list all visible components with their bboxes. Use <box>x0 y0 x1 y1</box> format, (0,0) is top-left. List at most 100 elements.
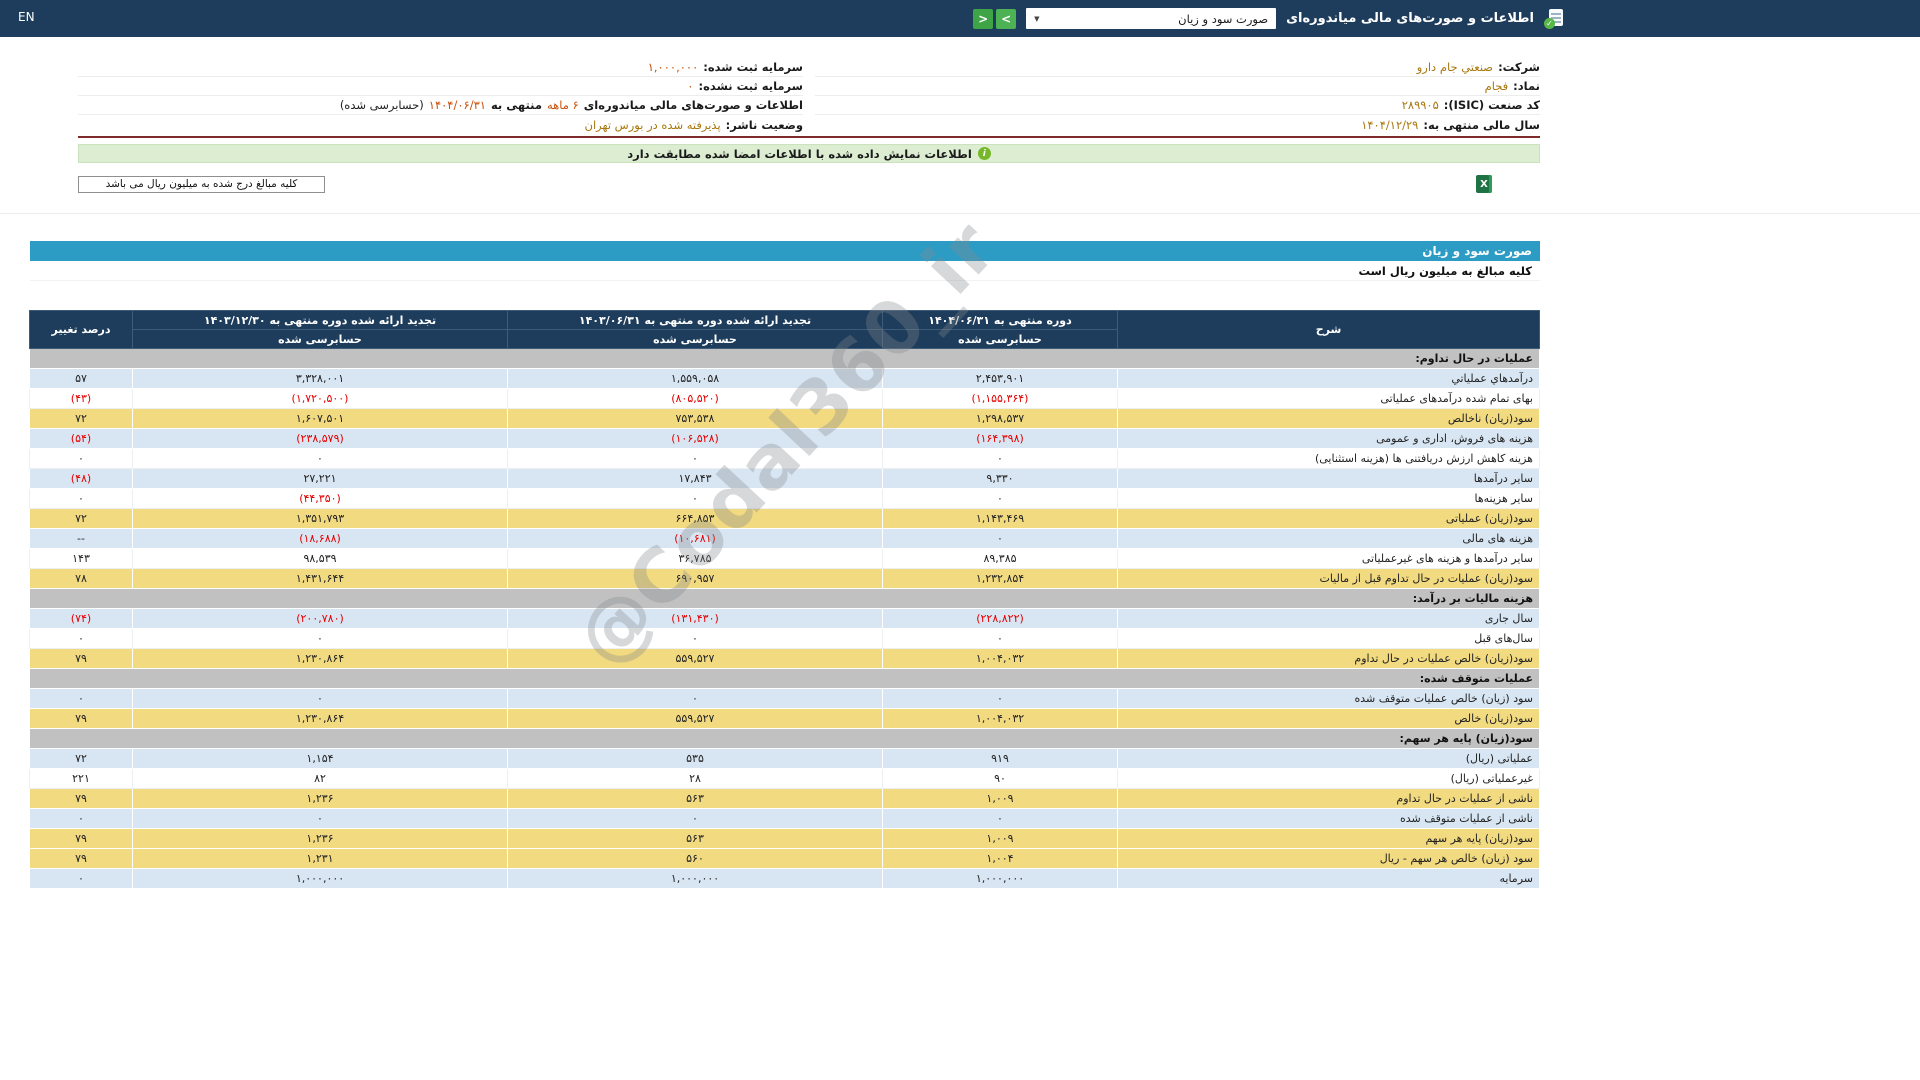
value-cell: ۵۵۹,۵۲۷ <box>507 648 883 669</box>
cell-value: ۷۲ <box>75 751 87 765</box>
top-navigation-bar: EN ✓ اطلاعات و صورت‌های مالی میاندوره‌ای… <box>0 0 1920 37</box>
value-cell: ۰ <box>882 628 1118 649</box>
value-cell: ۹۱۹ <box>882 748 1118 769</box>
company-value: صنعتي جام دارو <box>1416 60 1494 74</box>
table-row: سود(زیان) عملیاتی ۱,۱۴۳,۴۶۹ ۶۶۴,۸۵۳ ۱,۳۵۱,۷… <box>29 508 1540 529</box>
cell-value: ۰ <box>317 631 323 645</box>
cell-value: ۹۱۹ <box>991 751 1009 765</box>
company-label: شرکت: <box>1498 60 1540 74</box>
info-icon: i <box>977 147 991 160</box>
cell-value: ۰ <box>997 691 1003 705</box>
change-percent-cell: ۰ <box>29 808 133 829</box>
value-cell: ۱,۱۴۳,۴۶۹ <box>882 508 1118 529</box>
value-cell: ۰ <box>882 488 1118 509</box>
value-cell: ۱,۲۳۰,۸۶۴ <box>132 648 508 669</box>
row-label: سایر هزینه‌ها <box>1117 488 1540 509</box>
check-badge-icon: ✓ <box>1544 18 1555 29</box>
table-row: هزینه های فروش، اداری و عمومی (۱۶۴,۳۹۸) (۱… <box>29 428 1540 449</box>
info-row-isic: کد صنعت (ISIC): ۲۸۹۹۰۵ <box>815 96 1540 115</box>
cell-value: ۰ <box>692 631 698 645</box>
cell-value: ۲۷,۲۲۱ <box>303 471 337 485</box>
table-header: شرح دوره منتهی به ۱۴۰۴/۰۶/۳۱ تجدید ارائه… <box>29 310 1540 349</box>
cell-value: ۳,۳۲۸,۰۰۱ <box>295 371 345 385</box>
cell-value: (۱۰۶,۵۲۸) <box>671 431 719 445</box>
cell-value: ۱,۰۰۰,۰۰۰ <box>295 871 345 885</box>
statement-type-select[interactable]: صورت سود و زیان ▼ <box>1026 8 1277 29</box>
cell-value: ۷۹ <box>75 851 87 865</box>
value-cell: ۸۲ <box>132 768 508 789</box>
info-row-company: شرکت: صنعتي جام دارو <box>815 58 1540 77</box>
section-divider <box>0 213 1920 214</box>
income-statement-table: شرح دوره منتهی به ۱۴۰۴/۰۶/۳۱ تجدید ارائه… <box>29 310 1540 889</box>
info-row-symbol: نماد: فجام <box>815 77 1540 96</box>
value-cell: ۱,۱۵۴ <box>132 748 508 769</box>
value-cell: ۱,۲۳۶ <box>132 828 508 849</box>
prev-statement-button[interactable]: < <box>973 8 994 29</box>
cell-value: ۷۹ <box>75 711 87 725</box>
value-cell: ۱,۲۳۲,۸۵۴ <box>882 568 1118 589</box>
table-row: سود(زیان) پایه هر سهم ۱,۰۰۹ ۵۶۳ ۱,۲۳۶ ۷۹ <box>29 828 1540 849</box>
cell-value: ۵۶۳ <box>686 831 704 845</box>
cell-value: ۰ <box>317 811 323 825</box>
value-cell: ۲,۴۵۳,۹۰۱ <box>882 368 1118 389</box>
cell-value: ۸۲ <box>314 771 326 785</box>
excel-export-icon[interactable]: X <box>1476 175 1492 193</box>
info-row-fiscal-year: سال مالی منتهی به: ۱۴۰۴/۱۲/۲۹ <box>815 115 1540 134</box>
value-cell: ۸۹,۳۸۵ <box>882 548 1118 569</box>
cell-value: ۷۹ <box>75 831 87 845</box>
row-label: درآمدهاي عملياتي <box>1117 368 1540 389</box>
cell-value: ۱۷,۸۴۳ <box>678 471 712 485</box>
value-cell: ۱,۶۰۷,۵۰۱ <box>132 408 508 429</box>
statement-units-note: کلیه مبالغ به میلیون ریال است <box>30 261 1540 281</box>
cell-value: (۴۳) <box>70 391 92 405</box>
report-icon: ✓ <box>1544 8 1565 29</box>
cell-value: ۵۷ <box>75 371 87 385</box>
row-label: سایر درآمدها و هزینه های غیرعملیاتی <box>1117 548 1540 569</box>
table-row: هزینه کاهش ارزش دریافتنی ها (هزینه استثن… <box>29 448 1540 469</box>
change-percent-cell: (۴۳) <box>29 388 133 409</box>
cell-value: ۰ <box>692 451 698 465</box>
row-label: سال جاری <box>1117 608 1540 629</box>
value-cell: ۰ <box>882 448 1118 469</box>
table-row: سایر هزینه‌ها ۰ ۰ (۴۴,۳۵۰) ۰ <box>29 488 1540 509</box>
value-cell: ۱,۰۰۹ <box>882 788 1118 809</box>
info-row-issuer-status: وضعیت ناشر: پذیرفته شده در بورس تهران <box>78 115 803 134</box>
cell-value: ۰ <box>78 811 84 825</box>
cell-value: (۲۲۸,۸۲۲) <box>976 611 1024 625</box>
value-cell: ۹۸,۵۳۹ <box>132 548 508 569</box>
cell-value: ۵۳۵ <box>686 751 704 765</box>
company-info-right-column: شرکت: صنعتي جام دارو نماد: فجام کد صنعت … <box>815 58 1540 134</box>
fiscal-year-value: ۱۴۰۴/۱۲/۲۹ <box>1361 117 1419 132</box>
value-cell: ۱,۰۰۴,۰۳۲ <box>882 708 1118 729</box>
cell-value: ۰ <box>78 871 84 885</box>
value-cell: ۰ <box>882 528 1118 549</box>
value-cell: ۱,۵۵۹,۰۵۸ <box>507 368 883 389</box>
cell-value: (۷۴) <box>70 611 92 625</box>
value-cell: ۶۹۰,۹۵۷ <box>507 568 883 589</box>
cell-value: ۰ <box>78 691 84 705</box>
value-cell: ۳۶,۷۸۵ <box>507 548 883 569</box>
change-percent-cell: ۵۷ <box>29 368 133 389</box>
value-cell: ۲۸ <box>507 768 883 789</box>
language-toggle-link[interactable]: EN <box>18 10 35 24</box>
value-cell: ۵۳۵ <box>507 748 883 769</box>
value-cell: ۰ <box>507 448 883 469</box>
isic-value: ۲۸۹۹۰۵ <box>1401 98 1439 112</box>
cell-value: ۵۶۳ <box>686 791 704 805</box>
cell-value: ۷۹ <box>75 651 87 665</box>
next-statement-button[interactable]: > <box>996 8 1017 29</box>
value-cell: ۱,۰۰۹ <box>882 828 1118 849</box>
row-label: سرمایه <box>1117 868 1540 889</box>
value-cell: (۱,۱۵۵,۳۶۴) <box>882 388 1118 409</box>
value-cell: ۷۵۳,۵۳۸ <box>507 408 883 429</box>
change-percent-cell: ۰ <box>29 448 133 469</box>
cell-value: ۰ <box>78 451 84 465</box>
table-row: ناشی از عملیات در حال تداوم ۱,۰۰۹ ۵۶۳ ۱,۲۳۶… <box>29 788 1540 809</box>
select-value: صورت سود و زیان <box>1178 11 1269 26</box>
change-percent-cell: ۰ <box>29 868 133 889</box>
row-label: هزینه کاهش ارزش دریافتنی ها (هزینه استثن… <box>1117 448 1540 469</box>
cell-value: ۱,۰۰۰,۰۰۰ <box>975 871 1025 885</box>
table-row: سود(زیان) عملیات در حال تداوم قبل از مال… <box>29 568 1540 589</box>
value-cell: ۹۰ <box>882 768 1118 789</box>
cell-value: ۰ <box>997 451 1003 465</box>
